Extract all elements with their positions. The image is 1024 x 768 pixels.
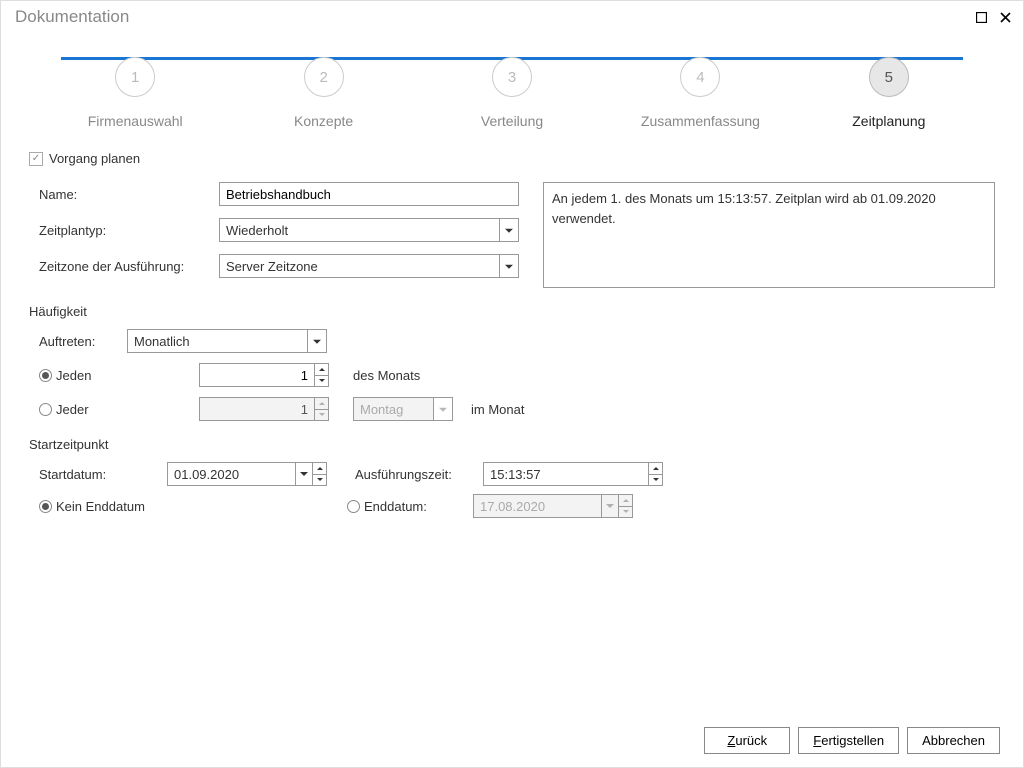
enddate-value: 17.08.2020 [474, 495, 601, 517]
maximize-icon[interactable] [973, 9, 989, 25]
step-5[interactable]: 5 Zeitplanung [795, 57, 983, 129]
mode-each-label: Jeden [56, 368, 91, 383]
occur-combo[interactable]: Monatlich [127, 329, 327, 353]
startdate-picker[interactable]: 01.09.2020 [167, 462, 327, 486]
chevron-down-icon [601, 495, 618, 517]
every-day-value: Montag [360, 402, 403, 417]
exectime-label: Ausführungszeit: [355, 467, 475, 482]
step-1[interactable]: 1 Firmenauswahl [41, 57, 229, 129]
type-combo[interactable]: Wiederholt [219, 218, 519, 242]
schedule-summary: An jedem 1. des Monats um 15:13:57. Zeit… [543, 182, 995, 288]
chevron-down-icon[interactable] [295, 463, 312, 485]
mode-each-radio[interactable] [39, 369, 52, 382]
window-title: Dokumentation [15, 7, 965, 27]
every-day-combo: Montag [353, 397, 453, 421]
plan-row: ✓ Vorgang planen [29, 151, 995, 166]
each-day-spin[interactable] [199, 363, 329, 387]
tz-value: Server Zeitzone [226, 259, 318, 274]
exectime-value: 15:13:57 [484, 463, 648, 485]
step-1-label: Firmenauswahl [41, 113, 229, 129]
every-ordinal-value [204, 401, 310, 418]
step-2-number: 2 [304, 57, 344, 97]
spinner-icon [618, 495, 632, 517]
enddate-label: Enddatum: [364, 499, 427, 514]
step-3-label: Verteilung [418, 113, 606, 129]
mode-every-label: Jeder [56, 402, 89, 417]
tz-combo[interactable]: Server Zeitzone [219, 254, 519, 278]
type-label: Zeitplantyp: [39, 223, 219, 238]
step-5-number: 5 [869, 57, 909, 97]
each-suffix: des Monats [353, 368, 420, 383]
frequency-header: Häufigkeit [29, 304, 995, 319]
exectime-picker[interactable]: 15:13:57 [483, 462, 663, 486]
step-5-label: Zeitplanung [795, 113, 983, 129]
finish-button[interactable]: Fertigstellen [798, 727, 899, 754]
chevron-down-icon [313, 340, 321, 344]
every-ordinal-spin [199, 397, 329, 421]
step-2[interactable]: 2 Konzepte [229, 57, 417, 129]
back-button[interactable]: Zurück [704, 727, 790, 754]
title-bar: Dokumentation [1, 1, 1023, 37]
cancel-button[interactable]: Abbrechen [907, 727, 1000, 754]
occur-label: Auftreten: [39, 334, 119, 349]
plan-checkbox[interactable]: ✓ [29, 152, 43, 166]
chevron-down-icon [505, 265, 513, 269]
plan-checkbox-label: Vorgang planen [49, 151, 140, 166]
type-value: Wiederholt [226, 223, 288, 238]
step-1-number: 1 [115, 57, 155, 97]
every-suffix: im Monat [471, 402, 524, 417]
spinner-icon [314, 398, 328, 420]
spinner-icon[interactable] [314, 364, 328, 386]
startdate-label: Startdatum: [39, 467, 159, 482]
noend-radio[interactable] [39, 500, 52, 513]
each-day-value[interactable] [204, 367, 310, 384]
step-3-number: 3 [492, 57, 532, 97]
step-4-number: 4 [680, 57, 720, 97]
name-input[interactable] [219, 182, 519, 206]
enddate-picker: 17.08.2020 [473, 494, 633, 518]
step-3[interactable]: 3 Verteilung [418, 57, 606, 129]
spinner-icon[interactable] [648, 463, 662, 485]
step-4-label: Zusammenfassung [606, 113, 794, 129]
mode-every-radio[interactable] [39, 403, 52, 416]
noend-label: Kein Enddatum [56, 499, 145, 514]
close-icon[interactable] [997, 9, 1013, 25]
name-label: Name: [39, 187, 219, 202]
enddate-radio[interactable] [347, 500, 360, 513]
step-2-label: Konzepte [229, 113, 417, 129]
startdate-value: 01.09.2020 [168, 463, 295, 485]
step-4[interactable]: 4 Zusammenfassung [606, 57, 794, 129]
tz-label: Zeitzone der Ausführung: [39, 259, 219, 274]
occur-value: Monatlich [134, 334, 190, 349]
start-header: Startzeitpunkt [29, 437, 995, 452]
chevron-down-icon [505, 229, 513, 233]
chevron-down-icon [439, 408, 447, 412]
spinner-icon[interactable] [312, 463, 326, 485]
wizard-steps: 1 Firmenauswahl 2 Konzepte 3 Verteilung … [1, 37, 1023, 143]
